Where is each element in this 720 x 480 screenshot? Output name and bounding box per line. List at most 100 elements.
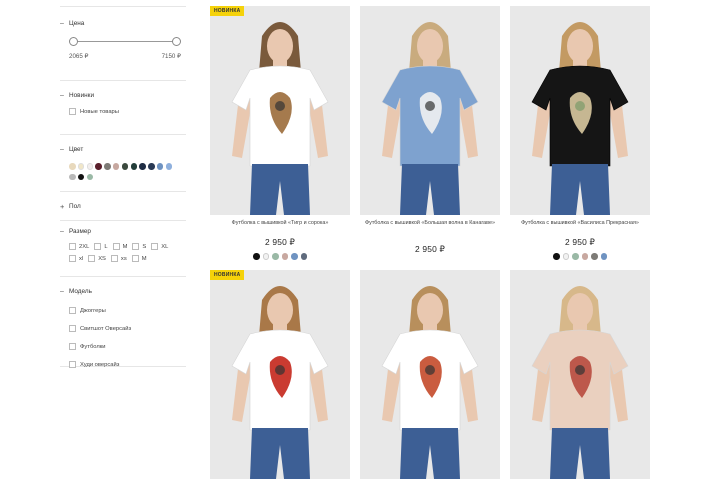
size-option[interactable]: xl — [69, 255, 83, 262]
model-checkbox[interactable] — [69, 307, 76, 314]
price-range-slider[interactable] — [69, 37, 181, 47]
size-option[interactable]: 2XL — [69, 243, 89, 250]
size-label: L — [104, 243, 108, 250]
product-color-dot[interactable] — [581, 253, 588, 260]
color-swatch[interactable] — [86, 163, 94, 170]
model-option[interactable]: Джоггеры — [60, 306, 186, 315]
new-badge: НОВИНКА — [210, 270, 245, 280]
model-option[interactable]: Свитшот Оверсайз — [60, 324, 186, 333]
model-filter: – Модель Джоггеры Свитшот Оверсайз Футбо… — [60, 277, 186, 369]
size-checkbox[interactable] — [94, 243, 102, 250]
size-checkbox[interactable] — [110, 255, 118, 262]
price-filter-header[interactable]: – Цена — [60, 17, 186, 29]
new-filter-header[interactable]: – Новинки — [60, 89, 186, 101]
color-swatch[interactable] — [77, 173, 85, 180]
size-label: XL — [161, 243, 169, 250]
product-card[interactable] — [510, 270, 650, 479]
product-color-dot[interactable] — [262, 253, 269, 260]
model-checkbox[interactable] — [69, 361, 76, 368]
size-checkbox[interactable] — [69, 255, 76, 262]
model-label: Худи оверсайз — [80, 361, 120, 368]
model-filter-label: Модель — [69, 287, 92, 295]
size-checkbox[interactable] — [131, 255, 139, 262]
size-checkbox[interactable] — [112, 243, 120, 250]
product-color-dot[interactable] — [281, 253, 288, 260]
color-swatch[interactable] — [69, 173, 76, 180]
collapse-icon: – — [60, 145, 64, 153]
size-checkbox[interactable] — [151, 243, 159, 250]
size-checkbox[interactable] — [88, 255, 96, 262]
product-color-dot[interactable] — [272, 253, 279, 260]
model-option[interactable]: Футболки — [60, 342, 186, 351]
size-option[interactable]: XS — [88, 255, 106, 262]
color-swatch[interactable] — [130, 163, 138, 170]
color-filter-header[interactable]: – Цвет — [60, 143, 186, 155]
price-min-handle[interactable] — [69, 37, 78, 46]
product-card[interactable]: Футболка с вышивкой «Василиса Прекрасная… — [510, 6, 650, 260]
size-label: xl — [79, 255, 84, 262]
product-color-dot[interactable] — [291, 253, 298, 260]
size-option[interactable]: L — [94, 243, 108, 250]
collapse-icon: – — [60, 287, 64, 295]
product-card[interactable] — [360, 270, 500, 479]
product-title[interactable]: Футболка с вышивкой «Тигр и сорока» — [210, 220, 350, 226]
product-card[interactable]: НОВИНКА — [210, 270, 350, 479]
price-max-handle[interactable] — [172, 37, 181, 46]
product-color-dot[interactable] — [600, 253, 607, 260]
product-photo[interactable] — [510, 270, 650, 479]
color-swatch[interactable] — [121, 163, 129, 170]
model-filter-header[interactable]: – Модель — [60, 285, 186, 297]
color-swatch[interactable] — [112, 163, 120, 170]
product-photo[interactable] — [360, 6, 500, 215]
color-swatch[interactable] — [156, 163, 164, 170]
product-title[interactable]: Футболка с вышивкой «Василиса Прекрасная… — [510, 220, 650, 226]
face — [417, 293, 443, 327]
size-checkbox[interactable] — [132, 243, 140, 250]
product-color-dot[interactable] — [572, 253, 579, 260]
color-swatch[interactable] — [104, 163, 111, 170]
product-color-dot[interactable] — [562, 253, 569, 260]
face — [567, 29, 593, 63]
product-color-dot[interactable] — [300, 253, 307, 260]
product-color-dot[interactable] — [591, 253, 598, 260]
size-option[interactable]: xs — [110, 255, 127, 262]
color-swatch[interactable] — [139, 163, 146, 170]
color-swatch[interactable] — [95, 163, 102, 170]
color-swatch[interactable] — [77, 163, 85, 170]
product-card[interactable]: Футболка с вышивкой «Большая волна в Кан… — [360, 6, 500, 260]
gender-filter-header[interactable]: + Пол — [60, 200, 186, 212]
model-checkbox[interactable] — [69, 325, 76, 332]
product-card[interactable]: НОВИНКА Футболка с вышивкой «Тигр и соро… — [210, 6, 350, 260]
product-color-dot[interactable] — [553, 253, 560, 260]
size-option[interactable]: S — [132, 243, 146, 250]
size-option[interactable]: M — [131, 255, 147, 262]
product-photo[interactable] — [510, 6, 650, 215]
new-items-option[interactable]: Новые товары — [60, 107, 186, 116]
product-photo[interactable]: НОВИНКА — [210, 6, 350, 215]
size-option[interactable]: M — [112, 243, 127, 250]
model-option[interactable]: Худи оверсайз — [60, 360, 186, 369]
model-checkbox[interactable] — [69, 343, 76, 350]
color-swatch[interactable] — [86, 173, 94, 180]
product-photo[interactable] — [360, 270, 500, 479]
embroidery-detail — [575, 365, 585, 375]
model-photo-image — [510, 6, 650, 215]
color-swatches — [69, 163, 181, 184]
product-photo[interactable]: НОВИНКА — [210, 270, 350, 479]
embroidery-detail — [425, 101, 435, 111]
price-slider-track — [73, 41, 177, 42]
color-swatch[interactable] — [148, 163, 155, 170]
color-swatch[interactable] — [69, 163, 76, 170]
face — [567, 293, 593, 327]
product-color-dot[interactable] — [253, 253, 260, 260]
model-label: Свитшот Оверсайз — [80, 325, 132, 332]
color-swatch[interactable] — [165, 163, 173, 170]
new-items-checkbox[interactable] — [69, 108, 76, 115]
size-option[interactable]: XL — [151, 243, 168, 250]
model-photo-image — [510, 270, 650, 479]
size-options: 2XL L M S XL xl XS xs M — [69, 243, 181, 262]
product-title[interactable]: Футболка с вышивкой «Большая волна в Кан… — [360, 220, 500, 226]
size-label: XS — [98, 255, 106, 262]
size-filter-header[interactable]: – Размер — [60, 225, 186, 237]
size-checkbox[interactable] — [69, 243, 76, 250]
